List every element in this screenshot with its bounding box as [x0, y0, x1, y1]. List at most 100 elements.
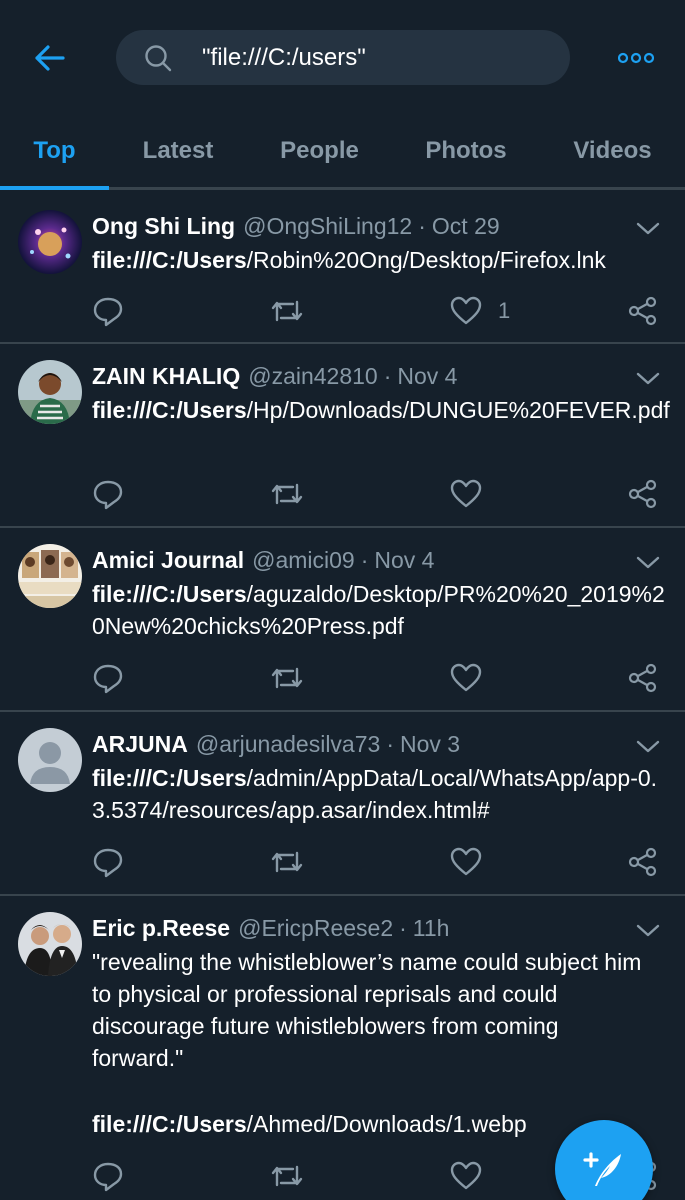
display-name[interactable]: Ong Shi Ling: [92, 210, 235, 242]
avatar[interactable]: [18, 210, 82, 274]
retweet-icon: [271, 851, 303, 873]
share-icon: [628, 847, 657, 877]
tweet-link-bold[interactable]: file:///C:/Users: [92, 397, 247, 423]
tweet-menu-button[interactable]: [635, 218, 661, 238]
tweet-item[interactable]: ARJUNA @arjunadesilva73 · Nov 3 file:///…: [0, 712, 685, 896]
tab-photos[interactable]: Photos: [392, 115, 540, 187]
display-name[interactable]: Eric p.Reese: [92, 912, 230, 944]
heart-icon: [450, 663, 482, 692]
tweet-content: ZAIN KHALIQ @zain42810 · Nov 4 file:///C…: [92, 360, 672, 426]
share-button[interactable]: [628, 844, 658, 880]
user-handle[interactable]: @zain42810: [248, 360, 378, 392]
share-icon: [628, 296, 657, 326]
tweet-time[interactable]: 11h: [413, 912, 450, 944]
reply-button[interactable]: [92, 1158, 124, 1194]
reply-button[interactable]: [92, 660, 124, 696]
separator-dot: ·: [360, 547, 369, 573]
tweet-menu-button[interactable]: [635, 368, 661, 388]
tweet-time[interactable]: Nov 4: [374, 544, 434, 576]
retweet-button[interactable]: [270, 660, 304, 696]
retweet-button[interactable]: [270, 1158, 304, 1194]
heart-icon: [450, 847, 482, 876]
search-input[interactable]: "file:///C:/users": [116, 30, 570, 85]
reply-icon: [93, 848, 123, 878]
share-icon: [628, 663, 657, 693]
chevron-down-icon: [636, 556, 660, 569]
search-icon: [144, 43, 174, 73]
like-button[interactable]: [450, 660, 482, 696]
tweet-link-path[interactable]: /Robin%20Ong/Desktop/Firefox.lnk: [247, 247, 606, 273]
tweet-time[interactable]: Oct 29: [432, 210, 500, 242]
share-button[interactable]: [628, 476, 658, 512]
tweet-text: file:///C:/Users/Hp/Downloads/DUNGUE%20F…: [92, 394, 672, 426]
more-options-button[interactable]: [612, 44, 660, 72]
chevron-down-icon: [636, 740, 660, 753]
user-handle[interactable]: @amici09: [252, 544, 355, 576]
search-tabs: Top Latest People Photos Videos: [0, 115, 685, 190]
tab-people[interactable]: People: [247, 115, 392, 187]
retweet-button[interactable]: [270, 844, 304, 880]
tweet-link-path[interactable]: /Ahmed/Downloads/1.webp: [247, 1111, 527, 1137]
tab-videos[interactable]: Videos: [540, 115, 685, 187]
reply-button[interactable]: [92, 476, 124, 512]
like-button[interactable]: [450, 476, 482, 512]
avatar[interactable]: [18, 912, 82, 976]
more-horizontal-icon: [618, 52, 654, 64]
retweet-button[interactable]: [270, 293, 304, 329]
display-name[interactable]: Amici Journal: [92, 544, 244, 576]
search-query: "file:///C:/users": [202, 43, 366, 71]
tweet-link-bold[interactable]: file:///C:/Users: [92, 247, 247, 273]
tweet-time[interactable]: Nov 4: [397, 360, 457, 392]
back-button[interactable]: [28, 36, 72, 80]
user-handle[interactable]: @OngShiLing12: [243, 210, 412, 242]
tab-latest[interactable]: Latest: [109, 115, 247, 187]
like-button[interactable]: 1: [450, 293, 510, 329]
chevron-down-icon: [636, 372, 660, 385]
tweet-item[interactable]: Ong Shi Ling @OngShiLing12 · Oct 29 file…: [0, 194, 685, 344]
avatar[interactable]: [18, 728, 82, 792]
heart-icon: [450, 1161, 482, 1190]
compose-icon: [583, 1152, 621, 1186]
avatar[interactable]: [18, 360, 82, 424]
tweet-link-bold[interactable]: file:///C:/Users: [92, 1111, 247, 1137]
tweet-link-path[interactable]: /Hp/Downloads/DUNGUE%20FEVER.pdf: [247, 397, 670, 423]
search-header: "file:///C:/users": [0, 0, 685, 115]
user-handle[interactable]: @EricpReese2: [238, 912, 393, 944]
tweet-actions: 1: [92, 293, 662, 329]
heart-icon: [450, 479, 482, 508]
tweet-content: ARJUNA @arjunadesilva73 · Nov 3 file:///…: [92, 728, 672, 826]
tweet-actions: [92, 844, 662, 880]
tweet-content: Amici Journal @amici09 · Nov 4 file:///C…: [92, 544, 672, 642]
tweet-link-bold[interactable]: file:///C:/Users: [92, 765, 247, 791]
chevron-down-icon: [636, 924, 660, 937]
tweet-item[interactable]: Amici Journal @amici09 · Nov 4 file:///C…: [0, 528, 685, 712]
tweet-item[interactable]: ZAIN KHALIQ @zain42810 · Nov 4 file:///C…: [0, 344, 685, 528]
tweet-time[interactable]: Nov 3: [400, 728, 460, 760]
chevron-down-icon: [636, 222, 660, 235]
heart-icon: [450, 296, 482, 325]
user-handle[interactable]: @arjunadesilva73: [196, 728, 380, 760]
like-button[interactable]: [450, 1158, 482, 1194]
tweet-link-bold[interactable]: file:///C:/Users: [92, 581, 247, 607]
reply-button[interactable]: [92, 844, 124, 880]
share-button[interactable]: [628, 660, 658, 696]
like-button[interactable]: [450, 844, 482, 880]
retweet-button[interactable]: [270, 476, 304, 512]
reply-button[interactable]: [92, 293, 124, 329]
tweet-feed: Ong Shi Ling @OngShiLing12 · Oct 29 file…: [0, 194, 685, 1200]
retweet-icon: [271, 667, 303, 689]
display-name[interactable]: ZAIN KHALIQ: [92, 360, 240, 392]
reply-icon: [93, 664, 123, 694]
tab-top[interactable]: Top: [0, 115, 109, 190]
tweet-menu-button[interactable]: [635, 920, 661, 940]
tweet-header: ZAIN KHALIQ @zain42810 · Nov 4: [92, 360, 672, 392]
tweet-text: file:///C:/Users/admin/AppData/Local/Wha…: [92, 762, 672, 826]
tweet-menu-button[interactable]: [635, 552, 661, 572]
display-name[interactable]: ARJUNA: [92, 728, 188, 760]
avatar[interactable]: [18, 544, 82, 608]
reply-icon: [93, 1162, 123, 1192]
like-count: 1: [498, 298, 511, 323]
share-button[interactable]: [628, 293, 658, 329]
separator-dot: ·: [418, 213, 426, 239]
tweet-menu-button[interactable]: [635, 736, 661, 756]
